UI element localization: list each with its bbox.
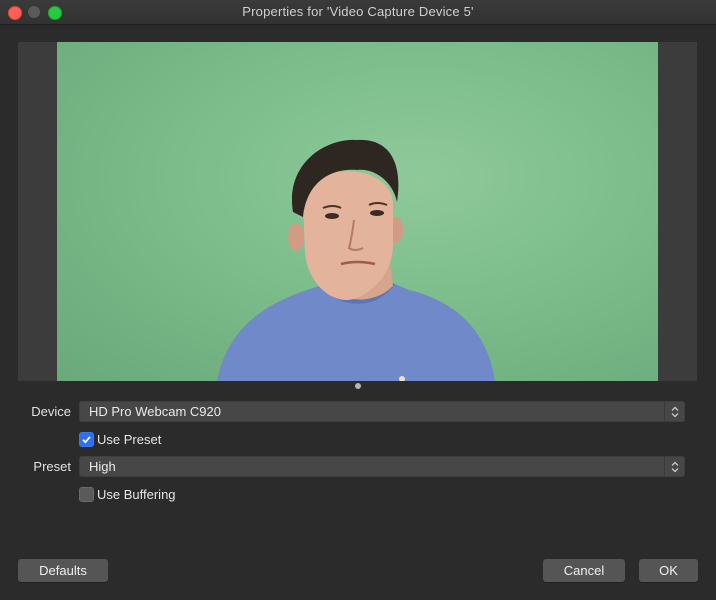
cancel-button[interactable]: Cancel	[543, 559, 625, 582]
video-preview-area	[18, 42, 697, 381]
use-buffering-checkbox[interactable]	[79, 487, 94, 502]
person-image-icon	[217, 139, 495, 381]
splitter-handle[interactable]	[355, 383, 361, 389]
device-label: Device	[31, 404, 71, 419]
checkmark-icon	[82, 436, 91, 444]
use-preset-label: Use Preset	[97, 432, 162, 447]
preset-select[interactable]: High	[79, 456, 685, 477]
ok-button[interactable]: OK	[639, 559, 698, 582]
preset-label: Preset	[33, 459, 71, 474]
use-buffering-label: Use Buffering	[97, 487, 176, 502]
window-title: Properties for 'Video Capture Device 5'	[242, 4, 474, 19]
chevron-up-down-icon	[664, 456, 685, 477]
device-value: HD Pro Webcam C920	[89, 404, 221, 419]
webcam-preview	[57, 42, 658, 381]
title-bar: Properties for 'Video Capture Device 5'	[0, 0, 716, 25]
preset-value: High	[89, 459, 116, 474]
device-select[interactable]: HD Pro Webcam C920	[79, 401, 685, 422]
chevron-up-down-icon	[664, 401, 685, 422]
defaults-button[interactable]: Defaults	[18, 559, 108, 582]
use-preset-checkbox[interactable]	[79, 432, 94, 447]
